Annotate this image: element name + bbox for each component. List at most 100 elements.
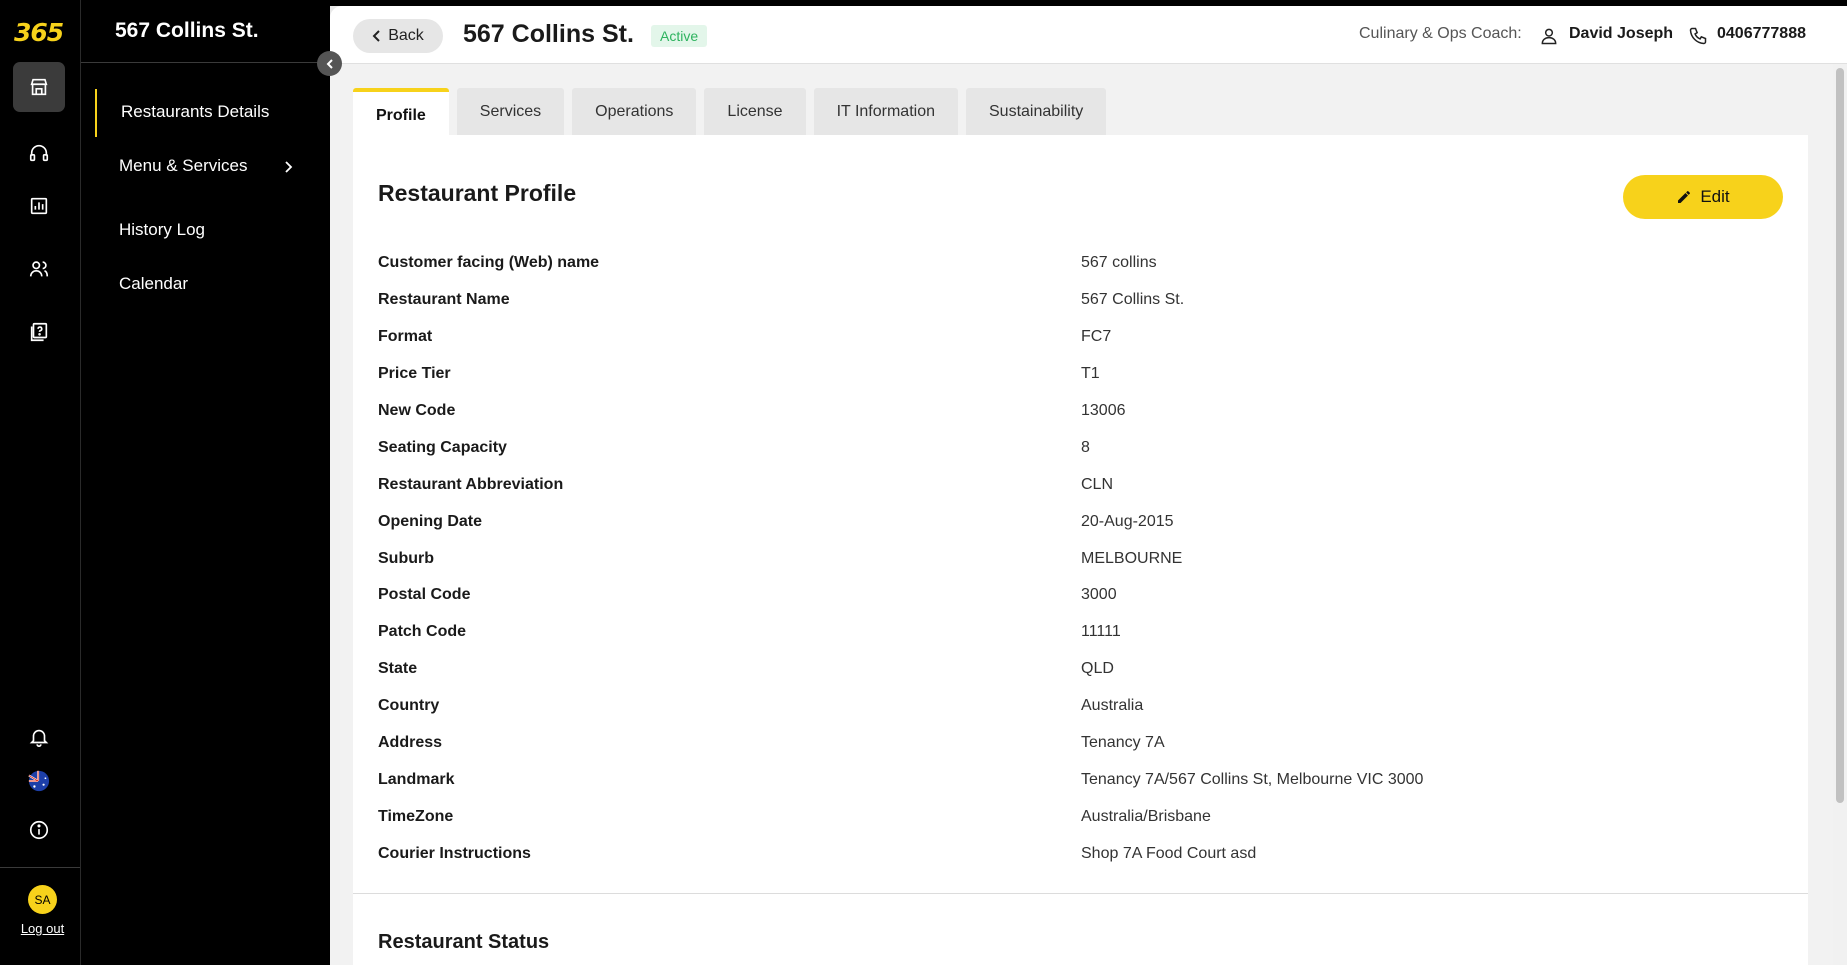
field-row: Format FC7 [378, 319, 1798, 356]
edit-button-label: Edit [1700, 187, 1730, 206]
edit-button[interactable]: Edit [1623, 175, 1783, 219]
field-label: Opening Date [378, 512, 483, 530]
coach-label: Culinary & Ops Coach: [1359, 25, 1522, 42]
field-value: CLN [1081, 475, 1114, 493]
field-label: TimeZone [378, 807, 454, 825]
person-icon [1539, 26, 1559, 51]
page-header: Back 567 Collins St. Active Culinary & O… [330, 6, 1847, 64]
field-label: Landmark [378, 770, 455, 788]
field-label: Customer facing (Web) name [378, 254, 600, 272]
sidenav-item-menu-services[interactable]: Menu & Services [119, 156, 248, 176]
sidenav-item-restaurants-details[interactable]: Restaurants Details [121, 102, 269, 122]
field-value: T1 [1081, 365, 1100, 383]
sidenav-item-history-log[interactable]: History Log [119, 220, 205, 240]
sidenav-title: 567 Collins St. [115, 19, 259, 42]
field-row: Country Australia [378, 688, 1798, 725]
field-value: FC7 [1081, 328, 1112, 346]
back-button-label: Back [388, 27, 424, 44]
field-label: New Code [378, 402, 456, 419]
collapse-sidebar-button[interactable] [317, 51, 342, 76]
field-row: Patch Code 11111 [378, 614, 1798, 651]
field-label: Courier Instructions [378, 844, 531, 862]
field-value: 3000 [1081, 586, 1117, 604]
main-content: Back 567 Collins St. Active Culinary & O… [330, 6, 1847, 965]
tab-sustainability[interactable]: Sustainability [966, 88, 1107, 136]
field-row: New Code 13006 [378, 393, 1798, 430]
field-value: 567 Collins St. [1081, 291, 1185, 309]
sidenav-divider [81, 62, 331, 63]
field-label: State [378, 660, 418, 678]
icon-rail: 365 SA Log out [0, 0, 80, 965]
store-icon[interactable] [13, 62, 65, 112]
field-value: Australia [1081, 697, 1144, 715]
field-row: Opening Date 20-Aug-2015 [378, 503, 1798, 540]
field-row: Courier Instructions Shop 7A Food Court a… [378, 835, 1798, 872]
field-row: Price Tier T1 [378, 356, 1798, 393]
field-label: Suburb [378, 549, 434, 567]
page-title: 567 Collins St. [463, 20, 634, 48]
field-label: Postal Code [378, 586, 471, 604]
field-row: Restaurant Name 567 Collins St. [378, 282, 1798, 319]
field-value: MELBOURNE [1081, 549, 1183, 567]
sidenav-item-calendar[interactable]: Calendar [119, 274, 188, 294]
field-value: 567 collins [1081, 254, 1157, 272]
tab-operations[interactable]: Operations [572, 88, 697, 136]
tab-services[interactable]: Services [456, 88, 565, 136]
phone-icon [1688, 26, 1708, 51]
field-row: Customer facing (Web) name 567 collins [378, 245, 1798, 282]
field-value: Tenancy 7A [1081, 734, 1165, 752]
field-value: 20-Aug-2015 [1081, 512, 1174, 530]
section-divider [353, 893, 1808, 894]
coach-name: David Joseph [1569, 25, 1674, 42]
pencil-icon [1678, 191, 1691, 203]
field-value: Shop 7A Food Court asd [1081, 844, 1257, 862]
profile-fields: Customer facing (Web) name 567 collins Re… [378, 245, 1798, 872]
app-logo[interactable]: 365 [14, 18, 64, 47]
field-value: Tenancy 7A/567 Collins St, Melbourne VIC… [1081, 770, 1424, 788]
active-indicator [95, 89, 97, 137]
tab-bar: Profile Services Operations License IT I… [353, 88, 1107, 136]
bell-icon[interactable] [13, 712, 65, 762]
status-badge: Active [651, 25, 708, 47]
field-row: Restaurant Abbreviation CLN [378, 466, 1798, 503]
field-label: Country [378, 697, 440, 715]
field-row: TimeZone Australia/Brisbane [378, 798, 1798, 835]
field-value: QLD [1081, 660, 1114, 678]
chevron-right-icon[interactable] [282, 160, 294, 179]
profile-card: Restaurant Profile Edit Customer facing … [353, 135, 1808, 965]
field-label: Price Tier [378, 365, 451, 383]
field-label: Patch Code [378, 623, 467, 641]
field-row: Address Tenancy 7A [378, 725, 1798, 762]
logout-link[interactable]: Log out [0, 921, 85, 936]
avatar[interactable]: SA [28, 885, 57, 914]
tab-profile[interactable]: Profile [353, 88, 449, 136]
field-label: Seating Capacity [378, 438, 507, 456]
field-value: 11111 [1081, 623, 1121, 641]
field-label: Restaurant Name [378, 291, 510, 309]
tab-it-information[interactable]: IT Information [813, 88, 958, 136]
coach-phone: 0406777888 [1717, 25, 1806, 42]
rail-divider [0, 867, 80, 868]
scrollbar-thumb[interactable] [1836, 68, 1844, 803]
field-label: Address [378, 734, 443, 752]
australia-flag-icon[interactable] [13, 756, 65, 806]
field-row: State QLD [378, 651, 1798, 688]
field-row: Seating Capacity 8 [378, 429, 1798, 466]
field-label: Format [378, 328, 433, 346]
field-value: 13006 [1081, 402, 1126, 419]
help-book-icon[interactable] [13, 307, 65, 357]
chart-icon[interactable] [13, 181, 65, 231]
users-icon[interactable] [13, 244, 65, 294]
side-nav: 567 Collins St. Restaurants Details Menu… [80, 0, 331, 965]
field-row: Landmark Tenancy 7A/567 Collins St, Melbo… [378, 761, 1798, 798]
back-button[interactable]: Back [353, 19, 443, 53]
field-row: Suburb MELBOURNE [378, 540, 1798, 577]
restaurant-status-title: Restaurant Status [378, 931, 550, 953]
card-title: Restaurant Profile [378, 180, 577, 206]
headset-icon[interactable] [13, 128, 65, 178]
info-icon[interactable] [13, 805, 65, 855]
field-value: Australia/Brisbane [1081, 807, 1211, 825]
field-value: 8 [1081, 438, 1090, 456]
field-row: Postal Code 3000 [378, 577, 1798, 614]
tab-license[interactable]: License [704, 88, 806, 136]
